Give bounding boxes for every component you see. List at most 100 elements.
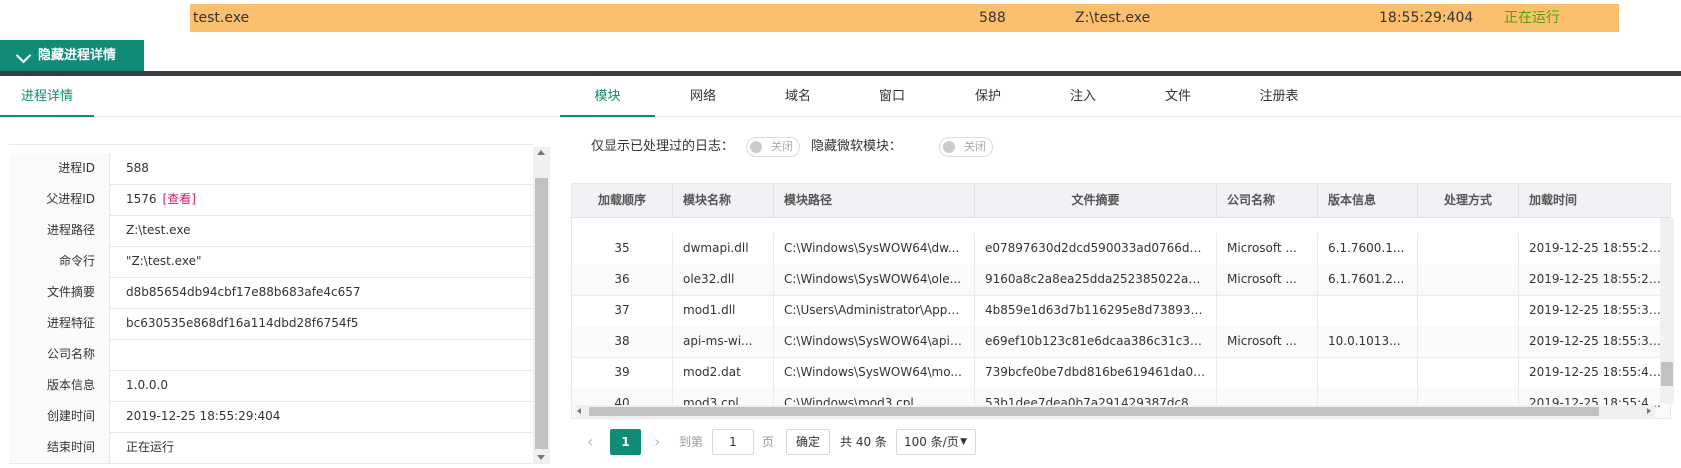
page-size-value: 100 条/页 <box>904 435 959 449</box>
process-row[interactable]: test.exe 588 Z:\test.exe 18:55:29:404 正在… <box>190 4 1619 32</box>
tab-indicator <box>0 115 94 117</box>
tab-label: 注入 <box>1069 89 1096 104</box>
detail-value: 588 <box>126 161 149 175</box>
table-cell <box>1217 357 1318 388</box>
column-header[interactable]: 加载时间 <box>1519 184 1670 217</box>
table-cell: 2019-12-25 18:55:36:1 <box>1529 303 1669 317</box>
page-size-select[interactable]: 100 条/页 ▼ <box>896 429 976 455</box>
table-row[interactable]: 38 api-ms-wi... C:\Windows\SysWOW64\api-..… <box>572 326 1670 358</box>
next-page-icon[interactable]: › <box>654 429 660 455</box>
column-header[interactable]: 模块路径 <box>774 184 975 217</box>
tab-process-details[interactable]: 进程详情 <box>0 78 94 117</box>
table-cell: Microsoft ... <box>1217 233 1318 264</box>
table-cell: 37 <box>572 295 673 326</box>
switch-knob <box>750 141 762 153</box>
table-cell: ole32.dll <box>673 264 774 295</box>
table-cell: mod1.dll <box>673 295 774 326</box>
tab-label: 网络 <box>689 89 716 104</box>
switch-knob <box>943 141 955 153</box>
table-cell: 2019-12-25 18:55:29:4 <box>1529 272 1669 286</box>
table-cell: 2019-12-25 18:55:40:2 <box>1529 365 1669 379</box>
detail-row-path: 进程路径 Z:\test.exe <box>9 215 533 247</box>
filter-processed-switch[interactable]: 关闭 <box>746 137 800 157</box>
process-path: Z:\test.exe <box>1075 10 1151 26</box>
detail-label: 进程路径 <box>9 215 110 246</box>
column-header[interactable]: 加载顺序 <box>572 184 673 217</box>
prev-page-icon[interactable]: ‹ <box>587 429 593 455</box>
scroll-right-icon[interactable] <box>1647 408 1651 414</box>
table-row[interactable]: 36 ole32.dll C:\Windows\SysWOW64\ole... 916… <box>572 264 1670 296</box>
hide-details-label: 隐藏进程详情 <box>38 48 117 63</box>
tab-protection[interactable]: 保护 <box>957 78 1019 116</box>
scroll-up-icon[interactable] <box>537 150 545 155</box>
table-cell: C:\Users\Administrator\AppD... <box>774 295 975 326</box>
table-cell <box>1418 357 1519 388</box>
scroll-down-icon[interactable] <box>537 455 545 460</box>
switch-state: 关闭 <box>771 140 793 153</box>
table-cell: e07897630d2dcd590033ad0766dd5... <box>975 233 1217 264</box>
table-cell: 36 <box>572 264 673 295</box>
table-cell: Microsoft ... <box>1217 264 1318 295</box>
tab-label: 窗口 <box>878 89 905 104</box>
table-cell: 38 <box>572 326 673 357</box>
detail-value: 1.0.0.0 <box>126 378 168 392</box>
table-row[interactable]: 35 dwmapi.dll C:\Windows\SysWOW64\dw... e07… <box>572 233 1670 265</box>
detail-scrollbar-thumb[interactable] <box>535 178 548 449</box>
column-header[interactable]: 版本信息 <box>1318 184 1418 217</box>
table-cell: 39 <box>572 357 673 388</box>
table-cell: 739bcfe0be7dbd816be619461da09c97 <box>975 357 1217 388</box>
table-cell: api-ms-wi... <box>673 326 774 357</box>
detail-value: 正在运行 <box>126 440 175 454</box>
detail-label: 创建时间 <box>9 401 110 432</box>
confirm-button[interactable]: 确定 <box>786 429 830 455</box>
detail-label: 命令行 <box>9 246 110 277</box>
dropdown-arrow-icon: ▼ <box>960 437 967 447</box>
table-vscrollbar-thumb[interactable] <box>1661 362 1673 386</box>
table-cell: 10.0.1013... <box>1318 326 1418 357</box>
table-row[interactable]: 37 mod1.dll C:\Users\Administrator\AppD...… <box>572 295 1670 327</box>
table-cell: 4b859e1d63d7b116295e8d7389306... <box>975 295 1217 326</box>
tab-modules[interactable]: 模块 <box>560 78 655 117</box>
column-header[interactable]: 公司名称 <box>1217 184 1318 217</box>
tab-label: 文件 <box>1164 89 1191 104</box>
detail-row-created: 创建时间 2019-12-25 18:55:29:404 <box>9 401 533 433</box>
filter-hide-ms-switch[interactable]: 关闭 <box>939 137 993 157</box>
tab-registry[interactable]: 注册表 <box>1244 78 1314 116</box>
column-header[interactable]: 处理方式 <box>1418 184 1519 217</box>
table-row[interactable]: 39 mod2.dat C:\Windows\SysWOW64\mo... 739bc… <box>572 357 1670 389</box>
tab-label: 域名 <box>784 89 811 104</box>
detail-label: 版本信息 <box>9 370 110 401</box>
page-1-button[interactable]: 1 <box>610 429 641 455</box>
filter-processed-label: 仅显示已处理过的日志： <box>591 139 735 154</box>
detail-value-wrap: 1576 [查看] <box>126 184 196 215</box>
tab-domain[interactable]: 域名 <box>767 78 829 116</box>
detail-label: 结束时间 <box>9 432 110 463</box>
detail-value: d8b85654db94cbf17e88b683afe4c657 <box>126 285 361 299</box>
hide-details-button[interactable]: 隐藏进程详情 <box>0 40 144 72</box>
table-cell: 6.1.7600.1... <box>1318 233 1418 264</box>
detail-value: 1576 <box>126 192 157 206</box>
process-time: 18:55:29:404 <box>1379 10 1474 26</box>
tab-file[interactable]: 文件 <box>1147 78 1209 116</box>
scroll-left-icon[interactable] <box>577 408 581 414</box>
detail-row-signature: 进程特征 bc630535e868df16a114dbd28f6754f5 <box>9 308 533 340</box>
detail-value: Z:\test.exe <box>126 223 191 237</box>
column-header[interactable]: 模块名称 <box>673 184 774 217</box>
column-header[interactable]: 文件摘要 <box>975 184 1217 217</box>
detail-label: 进程特征 <box>9 308 110 339</box>
tab-window[interactable]: 窗口 <box>861 78 923 116</box>
tab-label: 模块 <box>594 89 621 104</box>
view-parent-link[interactable]: [查看] <box>163 192 196 206</box>
detail-label: 父进程ID <box>9 184 110 215</box>
table-cell <box>1418 326 1519 357</box>
process-status: 正在运行 <box>1504 10 1560 26</box>
table-hscrollbar-thumb[interactable] <box>589 407 1599 416</box>
table-cell: 35 <box>572 233 673 264</box>
table-cell: C:\Windows\SysWOW64\api-... <box>774 326 975 357</box>
goto-page-input[interactable]: 1 <box>712 429 754 455</box>
table-cell: e69ef10b123c81e6dcaa386c31c31f20 <box>975 326 1217 357</box>
tab-injection[interactable]: 注入 <box>1052 78 1114 116</box>
table-cell: C:\Windows\SysWOW64\mo... <box>774 357 975 388</box>
table-cell: 6.1.7601.2... <box>1318 264 1418 295</box>
tab-network[interactable]: 网络 <box>672 78 734 116</box>
